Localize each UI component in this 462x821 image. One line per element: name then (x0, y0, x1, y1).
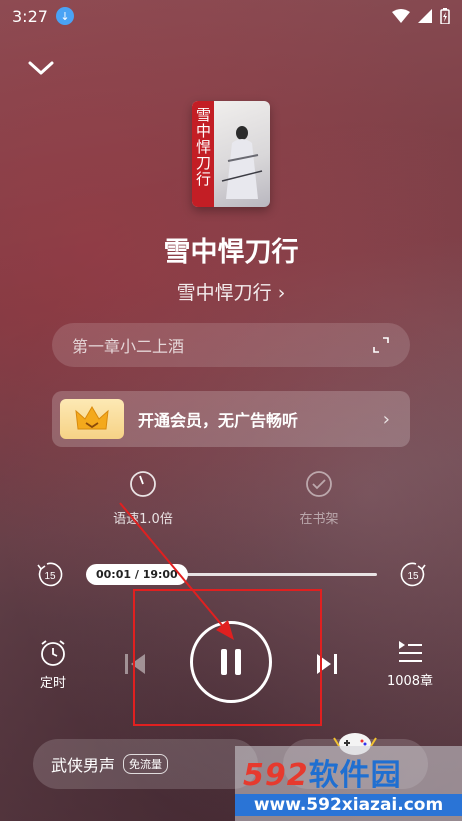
timer-button[interactable]: 定时 (30, 638, 76, 691)
crown-icon (60, 399, 124, 439)
vip-banner[interactable]: 开通会员，无广告畅听 › (52, 391, 410, 447)
free-data-badge: 免流量 (123, 754, 169, 774)
vip-text: 开通会员，无广告畅听 (138, 411, 299, 430)
wifi-icon (392, 9, 410, 23)
battery-icon (440, 8, 450, 24)
status-time: 3:27 (12, 6, 48, 26)
timer-label: 定时 (39, 676, 66, 691)
chapter-name: 第一章小二上酒 (72, 337, 185, 356)
expand-icon[interactable] (372, 336, 390, 354)
speed-label: 语速1.0倍 (113, 512, 173, 527)
skip-back-label: 15 (44, 571, 56, 582)
collapse-chevron-icon[interactable] (26, 56, 56, 80)
cover-text: 雪中悍刀行 (196, 106, 212, 188)
annotation-box (133, 589, 322, 726)
book-author-link[interactable]: 雪中悍刀行 › (0, 278, 462, 305)
book-title: 雪中悍刀行 (163, 237, 299, 268)
watermark-logo: 592软件园 www.592xiazai.com (235, 746, 462, 821)
watermark-text: 软件园 (308, 758, 402, 793)
speed-gauge-icon (130, 471, 156, 497)
progress-row: 15 00:01 / 19:00 15 (0, 560, 462, 590)
chevron-right-icon: › (382, 408, 390, 430)
shelf-option[interactable]: 在书架 (279, 470, 359, 527)
chapter-bar[interactable]: 第一章小二上酒 (52, 323, 410, 367)
book-cover: 雪中悍刀行 (192, 101, 270, 207)
alarm-clock-icon (41, 640, 65, 666)
skip-forward-button[interactable]: 15 (398, 560, 428, 590)
chapter-list-button[interactable]: 1008章 (380, 638, 440, 689)
playlist-icon (399, 641, 422, 662)
skip-forward-label: 15 (407, 571, 419, 582)
watermark-number: 592 (243, 758, 309, 793)
speed-option[interactable]: 语速1.0倍 (103, 470, 183, 527)
status-bar: 3:27 ↓ (0, 0, 462, 32)
shelf-label: 在书架 (299, 512, 339, 527)
chapters-label: 1008章 (386, 674, 434, 689)
voice-selector[interactable]: 武侠男声 免流量 (33, 739, 258, 789)
skip-back-button[interactable]: 15 (35, 560, 65, 590)
check-circle-icon (306, 471, 332, 497)
voice-name: 武侠男声 (51, 756, 116, 775)
signal-icon (418, 9, 432, 23)
progress-time[interactable]: 00:01 / 19:00 (86, 564, 188, 585)
download-icon: ↓ (55, 7, 74, 25)
watermark-url: www.592xiazai.com (235, 794, 462, 816)
